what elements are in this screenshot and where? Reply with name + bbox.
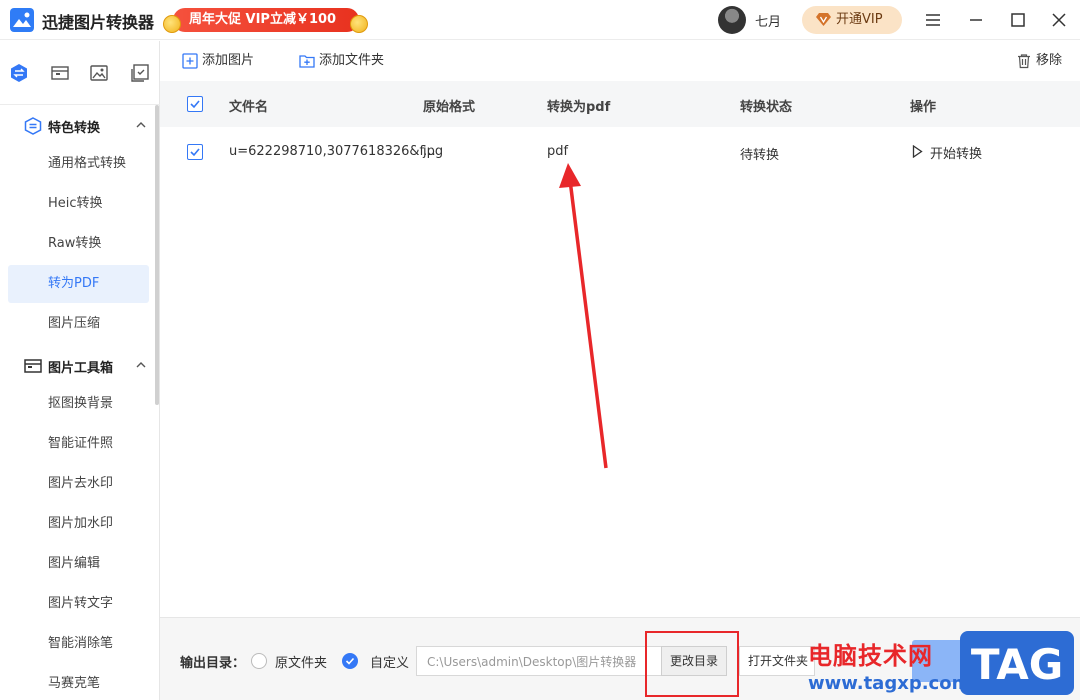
row-target-format[interactable]: pdf [547,144,568,159]
sidebar-item-add-watermark[interactable]: 图片加水印 [8,505,149,543]
table-header: 文件名 原始格式 转换为pdf 转换状态 操作 [160,81,1080,127]
maximize-icon[interactable] [1008,10,1028,30]
add-folder-icon [299,55,315,68]
open-folder-button[interactable]: 打开文件夹 [739,646,815,676]
radio-custom-label[interactable]: 自定义 [370,652,409,671]
sidebar-item-general-format[interactable]: 通用格式转换 [8,145,149,183]
sidebar-item-raw[interactable]: Raw转换 [8,225,149,263]
promo-label: 周年大促 VIP立减￥100 [173,8,359,32]
play-icon [912,145,923,158]
add-image-label: 添加图片 [202,53,255,68]
group-label: 特色转换 [48,121,101,136]
sidebar-item-ocr[interactable]: 图片转文字 [8,585,149,623]
menu-icon[interactable] [923,10,943,30]
row-checkbox[interactable] [187,144,203,160]
row-source-format: jpg [423,144,444,159]
sidebar-icon-tabs [0,41,160,105]
row-filename: u=622298710,3077618326&f... [229,144,436,159]
col-filename: 文件名 [229,100,269,115]
col-source-format: 原始格式 [423,100,476,115]
image-tab-icon[interactable] [89,63,109,83]
radio-original-label[interactable]: 原文件夹 [275,652,327,671]
table-row[interactable]: u=622298710,3077618326&f... jpg pdf 待转换 … [160,127,1080,177]
sidebar-item-edit[interactable]: 图片编辑 [8,545,149,583]
diamond-icon [816,13,831,26]
start-convert-label: 开始转换 [930,147,983,162]
sidebar-item-cutout[interactable]: 抠图换背景 [8,385,149,423]
toolbox-group-icon [24,359,42,373]
close-icon[interactable] [1049,10,1069,30]
toolbox-tab-icon[interactable] [50,63,70,83]
convert-tab-icon[interactable] [9,63,29,83]
vip-label: 开通VIP [836,12,883,27]
sidebar-item-to-pdf[interactable]: 转为PDF [8,265,149,303]
group-image-toolbox[interactable]: 图片工具箱 [0,345,156,385]
toolbar: 添加图片 添加文件夹 移除 [160,41,1080,81]
title-bar: 迅捷图片转换器 周年大促 VIP立减￥100 七月 开通VIP [0,0,1080,40]
check-icon [190,100,200,109]
check-icon [190,148,200,157]
add-folder-button[interactable]: 添加文件夹 [299,52,384,72]
col-status: 转换状态 [740,100,793,115]
remove-button[interactable]: 移除 [1016,52,1062,72]
watermark-url: www.tagxp.com [808,673,971,694]
annotation-highlight-box [645,631,739,697]
trash-icon [1018,54,1030,69]
promo-banner[interactable]: 周年大促 VIP立减￥100 [163,7,368,33]
check-tab-icon[interactable] [130,63,150,83]
group-label: 图片工具箱 [48,361,114,376]
chevron-up-icon [136,122,146,128]
radio-original-folder[interactable] [251,653,267,669]
convert-group-icon [24,117,42,135]
remove-label: 移除 [1036,53,1063,68]
select-all-checkbox[interactable] [187,96,203,112]
output-dir-label: 输出目录： [180,656,246,671]
app-title: 迅捷图片转换器 [42,13,155,32]
avatar[interactable] [718,6,746,34]
watermark-tag-logo: TAG [960,631,1074,695]
sidebar-item-remove-watermark[interactable]: 图片去水印 [8,465,149,503]
radio-custom-folder[interactable] [342,653,358,669]
watermark-text: 电脑技术网 [808,642,933,670]
sidebar-scrollbar[interactable] [155,105,159,405]
coin-icon [163,15,181,33]
sidebar-item-eraser[interactable]: 智能消除笔 [8,625,149,663]
col-target-format: 转换为pdf [547,100,611,115]
output-path-input[interactable] [416,646,662,676]
add-image-button[interactable]: 添加图片 [182,52,254,72]
app-logo-icon [10,8,34,32]
add-image-icon [182,53,198,69]
start-convert-button[interactable]: 开始转换 [912,143,982,162]
vip-button[interactable]: 开通VIP [802,6,902,34]
add-folder-label: 添加文件夹 [319,53,385,68]
col-action: 操作 [910,100,937,115]
sidebar-item-compress[interactable]: 图片压缩 [8,305,149,343]
coin-icon [350,15,368,33]
check-icon [345,657,355,665]
sidebar-item-heic[interactable]: Heic转换 [8,185,149,223]
row-status: 待转换 [740,148,780,163]
chevron-up-icon [136,362,146,368]
main-panel: 添加图片 添加文件夹 移除 文件名 原始格式 转换为pdf 转换状态 操作 u=… [160,41,1080,700]
group-special-convert[interactable]: 特色转换 [0,105,156,145]
sidebar-item-id-photo[interactable]: 智能证件照 [8,425,149,463]
watermark-tag-text: TAG [971,640,1063,689]
sidebar-item-mosaic[interactable]: 马赛克笔 [8,665,149,700]
username[interactable]: 七月 [755,11,781,30]
minimize-icon[interactable] [966,10,986,30]
sidebar: 特色转换 通用格式转换 Heic转换 Raw转换 转为PDF 图片压缩 图片工具… [0,41,160,700]
